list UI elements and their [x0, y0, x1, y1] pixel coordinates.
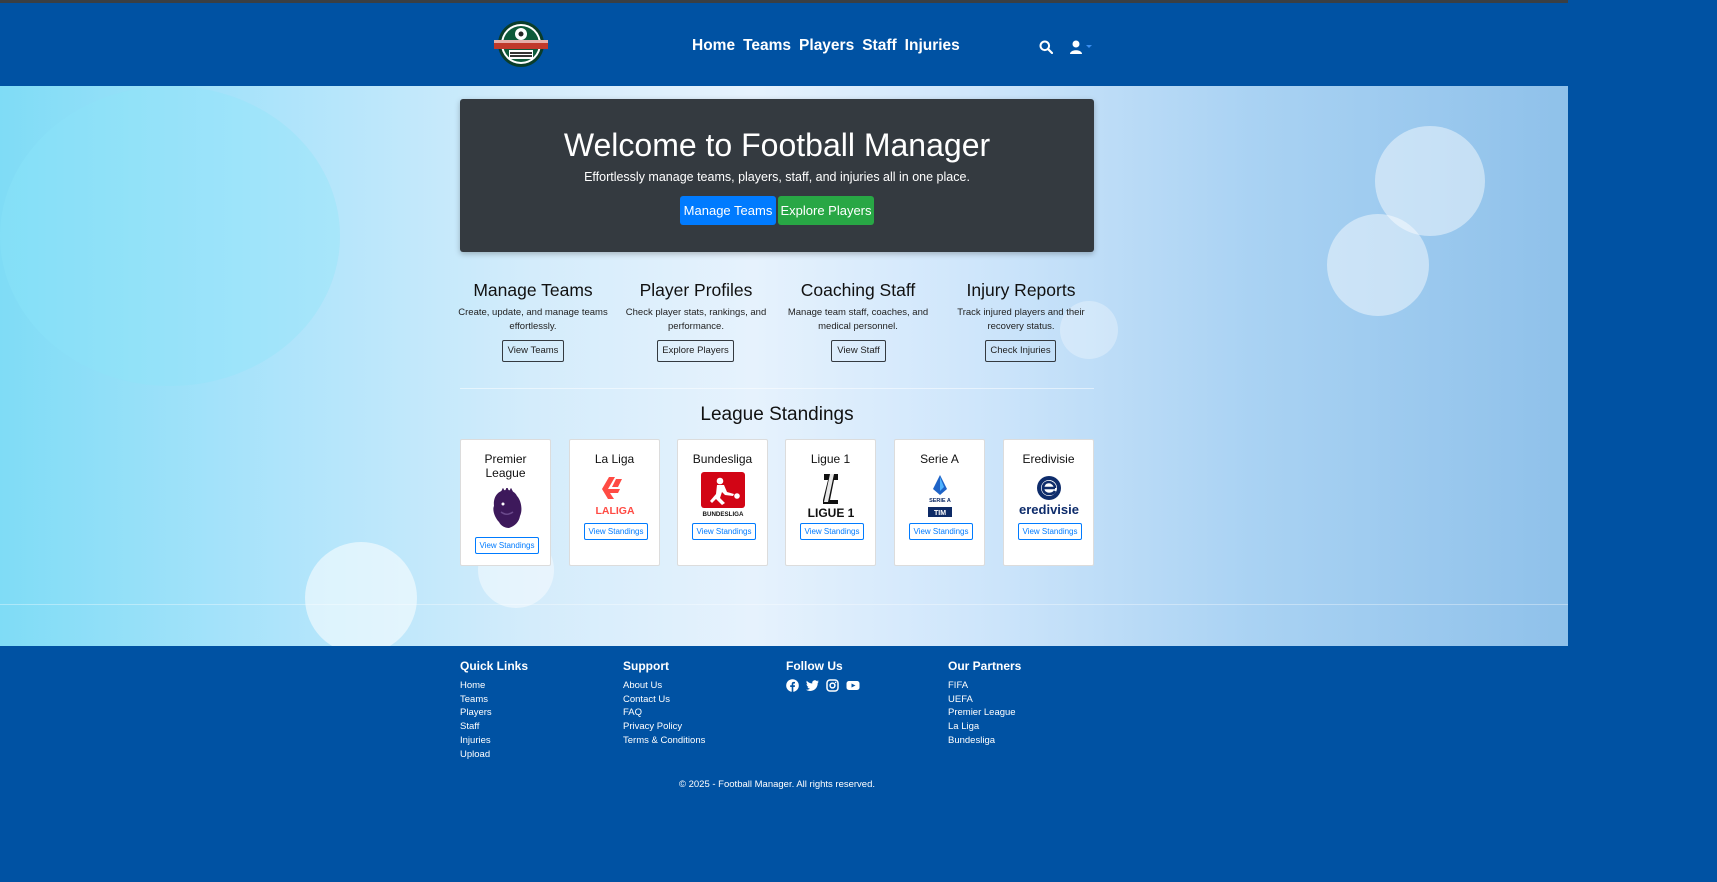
- league-name: Eredivisie: [1022, 452, 1075, 466]
- footer: Quick Links Home Teams Players Staff Inj…: [0, 646, 1568, 805]
- league-card-eredivisie: Eredivisie eredivisie View Standings: [1003, 439, 1094, 566]
- league-name: Premier League: [484, 452, 527, 480]
- league-card-bundesliga: Bundesliga BUNDESLIGA View Standings: [677, 439, 768, 566]
- footer-link-players[interactable]: Players: [460, 706, 528, 720]
- view-standings-button[interactable]: View Standings: [584, 523, 648, 540]
- feature-coaching-staff: Coaching Staff Manage team staff, coache…: [783, 280, 933, 334]
- footer-link-injuries[interactable]: Injuries: [460, 734, 528, 748]
- twitter-icon[interactable]: [806, 679, 819, 692]
- footer-quick-links: Quick Links Home Teams Players Staff Inj…: [460, 659, 528, 761]
- user-dropdown-icon[interactable]: [1069, 40, 1095, 54]
- feature-title: Manage Teams: [473, 280, 593, 300]
- bundesliga-logo-icon: BUNDESLIGA: [701, 472, 745, 518]
- footer-link-upload[interactable]: Upload: [460, 748, 528, 762]
- footer-link-teams[interactable]: Teams: [460, 693, 528, 707]
- view-standings-button[interactable]: View Standings: [692, 523, 756, 540]
- social-links: [786, 679, 860, 692]
- youtube-icon[interactable]: [846, 679, 860, 692]
- league-name: Ligue 1: [810, 452, 851, 466]
- feature-text: Check player stats, rankings, and perfor…: [625, 307, 767, 332]
- explore-players-button[interactable]: Explore Players: [778, 196, 874, 225]
- search-icon[interactable]: [1039, 40, 1053, 54]
- svg-text:LIGUE 1: LIGUE 1: [808, 506, 854, 518]
- site-logo[interactable]: [492, 20, 550, 70]
- footer-heading: Our Partners: [948, 659, 1022, 673]
- section-divider: [460, 388, 1094, 389]
- league-card-serie-a: Serie A SERIE A TIM View Standings: [894, 439, 985, 566]
- section-divider: [0, 604, 1568, 605]
- svg-text:TIM: TIM: [934, 510, 946, 517]
- manage-teams-button[interactable]: Manage Teams: [680, 196, 776, 225]
- navbar: Home Teams Players Staff Injuries: [0, 3, 1568, 86]
- feature-manage-teams: Manage Teams Create, update, and manage …: [458, 280, 608, 334]
- footer-link-about[interactable]: About Us: [623, 679, 705, 693]
- feature-injury-reports: Injury Reports Track injured players and…: [946, 280, 1096, 334]
- check-injuries-button[interactable]: Check Injuries: [985, 340, 1056, 362]
- footer-follow: Follow Us: [786, 659, 860, 692]
- footer-link-premier-league[interactable]: Premier League: [948, 706, 1021, 720]
- footer-link-la-liga[interactable]: La Liga: [948, 720, 1021, 734]
- league-card-la-liga: La Liga LALIGA View Standings: [569, 439, 660, 566]
- laliga-logo-icon: LALIGA: [595, 477, 635, 517]
- footer-link-privacy[interactable]: Privacy Policy: [623, 720, 705, 734]
- feature-title: Injury Reports: [966, 280, 1076, 300]
- feature-player-profiles: Player Profiles Check player stats, rank…: [621, 280, 771, 334]
- feature-text: Create, update, and manage teams effortl…: [458, 307, 608, 332]
- footer-link-terms[interactable]: Terms & Conditions: [623, 734, 705, 748]
- feature-text: Manage team staff, coaches, and medical …: [787, 307, 929, 332]
- nav-players[interactable]: Players: [799, 37, 854, 55]
- view-standings-button[interactable]: View Standings: [800, 523, 864, 540]
- footer-heading: Support: [623, 659, 669, 673]
- main-nav: Home Teams Players Staff Injuries: [692, 37, 960, 55]
- explore-players-outline-button[interactable]: Explore Players: [657, 340, 734, 362]
- nav-home[interactable]: Home: [692, 37, 735, 55]
- ligue1-logo-icon: LIGUE 1: [808, 474, 854, 518]
- serie-a-logo-icon: SERIE A TIM: [928, 475, 952, 517]
- feature-title: Coaching Staff: [800, 280, 916, 300]
- welcome-jumbotron: Welcome to Football Manager Effortlessly…: [460, 99, 1094, 252]
- instagram-icon[interactable]: [826, 679, 839, 692]
- view-staff-button[interactable]: View Staff: [831, 340, 886, 362]
- league-name: Bundesliga: [692, 452, 753, 466]
- league-card-ligue-1: Ligue 1 LIGUE 1 View Standings: [785, 439, 876, 566]
- footer-link-uefa[interactable]: UEFA: [948, 693, 1021, 707]
- league-card-premier-league: Premier League View Standings: [460, 439, 551, 566]
- footer-heading: Follow Us: [786, 659, 843, 673]
- league-name: Serie A: [920, 452, 959, 466]
- page-title: Welcome to Football Manager: [563, 127, 991, 163]
- footer-support: Support About Us Contact Us FAQ Privacy …: [623, 659, 705, 748]
- footer-link-contact[interactable]: Contact Us: [623, 693, 705, 707]
- view-standings-button[interactable]: View Standings: [475, 537, 539, 554]
- nav-injuries[interactable]: Injuries: [905, 37, 960, 55]
- feature-text: Track injured players and their recovery…: [957, 307, 1085, 332]
- footer-link-faq[interactable]: FAQ: [623, 706, 705, 720]
- svg-text:eredivisie: eredivisie: [1019, 502, 1079, 517]
- footer-partners: Our Partners FIFA UEFA Premier League La…: [948, 659, 1021, 748]
- standings-title: League Standings: [700, 404, 854, 425]
- feature-title: Player Profiles: [639, 280, 753, 300]
- footer-link-home[interactable]: Home: [460, 679, 528, 693]
- eredivisie-logo-icon: eredivisie: [1019, 476, 1079, 517]
- footer-link-bundesliga[interactable]: Bundesliga: [948, 734, 1021, 748]
- hero-subtitle: Effortlessly manage teams, players, staf…: [584, 170, 970, 184]
- footer-link-fifa[interactable]: FIFA: [948, 679, 1021, 693]
- copyright-text: © 2025 - Football Manager. All rights re…: [678, 779, 876, 790]
- league-name: La Liga: [594, 452, 635, 466]
- view-standings-button[interactable]: View Standings: [909, 523, 973, 540]
- premier-league-lion-icon: [493, 488, 522, 528]
- nav-teams[interactable]: Teams: [743, 37, 791, 55]
- svg-text:SERIE A: SERIE A: [929, 498, 951, 504]
- footer-heading: Quick Links: [460, 659, 529, 673]
- view-teams-button[interactable]: View Teams: [502, 340, 564, 362]
- nav-staff[interactable]: Staff: [862, 37, 896, 55]
- svg-text:LALIGA: LALIGA: [595, 505, 634, 517]
- view-standings-button[interactable]: View Standings: [1018, 523, 1082, 540]
- facebook-icon[interactable]: [786, 679, 799, 692]
- svg-text:BUNDESLIGA: BUNDESLIGA: [703, 511, 744, 518]
- footer-link-staff[interactable]: Staff: [460, 720, 528, 734]
